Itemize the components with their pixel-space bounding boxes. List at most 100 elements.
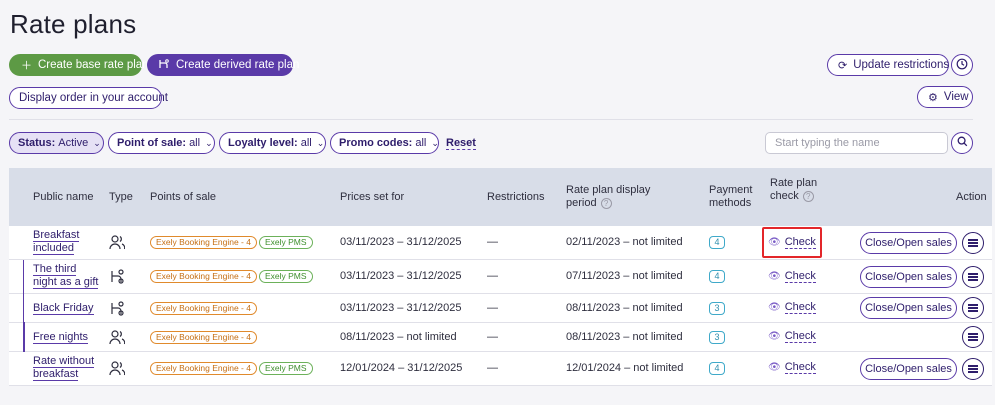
help-icon[interactable]: ?: [600, 197, 612, 209]
rate-plan-name-link[interactable]: Black Friday: [33, 302, 94, 315]
eye-icon: 👁: [768, 271, 781, 282]
check-label: Check: [784, 361, 816, 374]
header-display-period: Rate plan display period?: [566, 184, 666, 210]
filter-status-label: Status:: [18, 137, 56, 149]
eye-icon: 👁: [768, 302, 781, 313]
pos-tag: Exely Booking Engine - 4: [150, 270, 257, 283]
pos-tag: Exely PMS: [258, 270, 313, 283]
table-row: Free nights Exely Booking Engine - 4 08/…: [9, 323, 992, 352]
rate-plan-name-link[interactable]: Breakfast included: [33, 229, 93, 255]
refresh-icon: ⟳: [838, 59, 848, 72]
update-restrictions-label: Update restrictions: [853, 59, 950, 71]
payment-methods-badge[interactable]: 4: [709, 270, 725, 283]
check-link[interactable]: 👁 Check: [768, 361, 816, 374]
rate-plan-name: The third night as a gift: [33, 263, 99, 289]
menu-icon: [968, 242, 978, 244]
display-order-button[interactable]: Display order in your account: [9, 87, 168, 109]
rate-plan-name-link[interactable]: Rate without breakfast: [33, 355, 99, 381]
check-label: Check: [784, 330, 816, 343]
payment-methods-badge[interactable]: 3: [709, 331, 725, 344]
pos-tag: Exely PMS: [258, 236, 313, 249]
check-link[interactable]: 👁 Check: [768, 330, 816, 343]
help-icon[interactable]: ?: [802, 190, 814, 202]
payment-count: 4: [709, 270, 725, 283]
create-derived-rate-plan-button[interactable]: Create derived rate plan: [147, 54, 299, 76]
prices-set-for: 03/11/2023 – 31/12/2025: [340, 302, 462, 314]
divider: [9, 119, 973, 120]
prices-set-for: 08/11/2023 – not limited: [340, 331, 457, 343]
update-restrictions-button[interactable]: ⟳ Update restrictions: [827, 54, 949, 76]
derived-type-icon: [109, 269, 125, 287]
create-base-rate-plan-button[interactable]: ＋ Create base rate plan: [9, 54, 149, 76]
close-open-sales-button[interactable]: Close/Open sales: [860, 266, 957, 288]
search-input[interactable]: [765, 132, 948, 154]
filter-promo-codes[interactable]: Promo codes: all ⌄: [330, 132, 439, 154]
restrictions-value: —: [487, 270, 498, 282]
filter-pos-label: Point of sale:: [117, 137, 187, 149]
payment-count: 4: [709, 236, 725, 249]
prices-set-for: 12/01/2024 – 31/12/2025: [340, 362, 463, 374]
rate-plan-name-link[interactable]: Free nights: [33, 331, 89, 344]
check-label: Check: [784, 270, 816, 283]
points-of-sale: Exely Booking Engine - 4 Exely PMS: [150, 270, 315, 283]
filter-promo-label: Promo codes:: [339, 137, 413, 149]
close-open-sales-button[interactable]: Close/Open sales: [860, 232, 957, 254]
filter-status[interactable]: Status: Active ⌄: [9, 132, 104, 154]
tree-connector: [23, 322, 25, 352]
display-period: 07/11/2023 – not limited: [566, 270, 683, 282]
eye-icon: 👁: [768, 331, 781, 342]
header-type: Type: [109, 191, 133, 203]
menu-icon: [968, 336, 978, 338]
close-open-sales-button[interactable]: Close/Open sales: [860, 297, 957, 319]
table-row: Breakfast included Exely Booking Engine …: [9, 226, 992, 260]
row-menu-button[interactable]: [962, 297, 984, 319]
rate-plan-name-link[interactable]: The third night as a gift: [33, 263, 99, 289]
pos-tag: Exely Booking Engine - 4: [150, 331, 257, 344]
close-open-sales-label: Close/Open sales: [865, 302, 952, 314]
payment-methods-badge[interactable]: 3: [709, 302, 725, 315]
header-action: Action: [956, 191, 987, 203]
check-link[interactable]: 👁 Check: [768, 270, 816, 283]
row-menu-button[interactable]: [962, 232, 984, 254]
reset-filters-link[interactable]: Reset: [446, 137, 476, 150]
menu-icon: [968, 307, 978, 309]
close-open-sales-button[interactable]: Close/Open sales: [860, 358, 957, 380]
payment-methods-badge[interactable]: 4: [709, 236, 725, 249]
payment-count: 3: [709, 331, 725, 344]
display-period: 02/11/2023 – not limited: [566, 236, 683, 248]
points-of-sale: Exely Booking Engine - 4 Exely PMS: [150, 236, 315, 249]
payment-count: 3: [709, 302, 725, 315]
header-rate-plan-check: Rate plan check?: [770, 177, 822, 203]
base-type-icon: [109, 330, 126, 348]
table-row: Rate without breakfast Exely Booking Eng…: [9, 352, 992, 386]
filter-point-of-sale[interactable]: Point of sale: all ⌄: [108, 132, 215, 154]
row-menu-button[interactable]: [962, 266, 984, 288]
filter-promo-value: all: [415, 137, 427, 149]
filter-loyalty-level[interactable]: Loyalty level: all ⌄: [219, 132, 326, 154]
branch-icon: [159, 58, 170, 72]
prices-set-for: 03/11/2023 – 31/12/2025: [340, 236, 462, 248]
close-open-sales-label: Close/Open sales: [865, 271, 952, 283]
eye-icon: 👁: [768, 362, 781, 373]
create-derived-label: Create derived rate plan: [176, 59, 300, 71]
view-button[interactable]: ⚙ View: [917, 86, 973, 108]
pos-tag: Exely Booking Engine - 4: [150, 362, 257, 375]
header-restrictions: Restrictions: [487, 191, 545, 203]
restrictions-value: —: [487, 362, 498, 374]
points-of-sale: Exely Booking Engine - 4: [150, 331, 259, 344]
clock-icon: [956, 58, 968, 73]
search-button[interactable]: [951, 132, 973, 154]
payment-methods-badge[interactable]: 4: [709, 362, 725, 375]
rate-plan-name: Breakfast included: [33, 229, 80, 255]
points-of-sale: Exely Booking Engine - 4 Exely PMS: [150, 362, 315, 375]
chevron-down-icon: ⌄: [205, 137, 213, 148]
pos-tag: Exely Booking Engine - 4: [150, 302, 257, 315]
filter-loyalty-value: all: [300, 137, 312, 149]
history-button[interactable]: [951, 54, 973, 76]
close-open-sales-label: Close/Open sales: [865, 237, 952, 249]
check-link[interactable]: 👁 Check: [768, 301, 816, 314]
row-menu-button[interactable]: [962, 326, 984, 348]
row-menu-button[interactable]: [962, 358, 984, 380]
table-row: Black Friday Exely Booking Engine - 4 03…: [9, 294, 992, 323]
header-points-of-sale: Points of sale: [150, 191, 217, 203]
